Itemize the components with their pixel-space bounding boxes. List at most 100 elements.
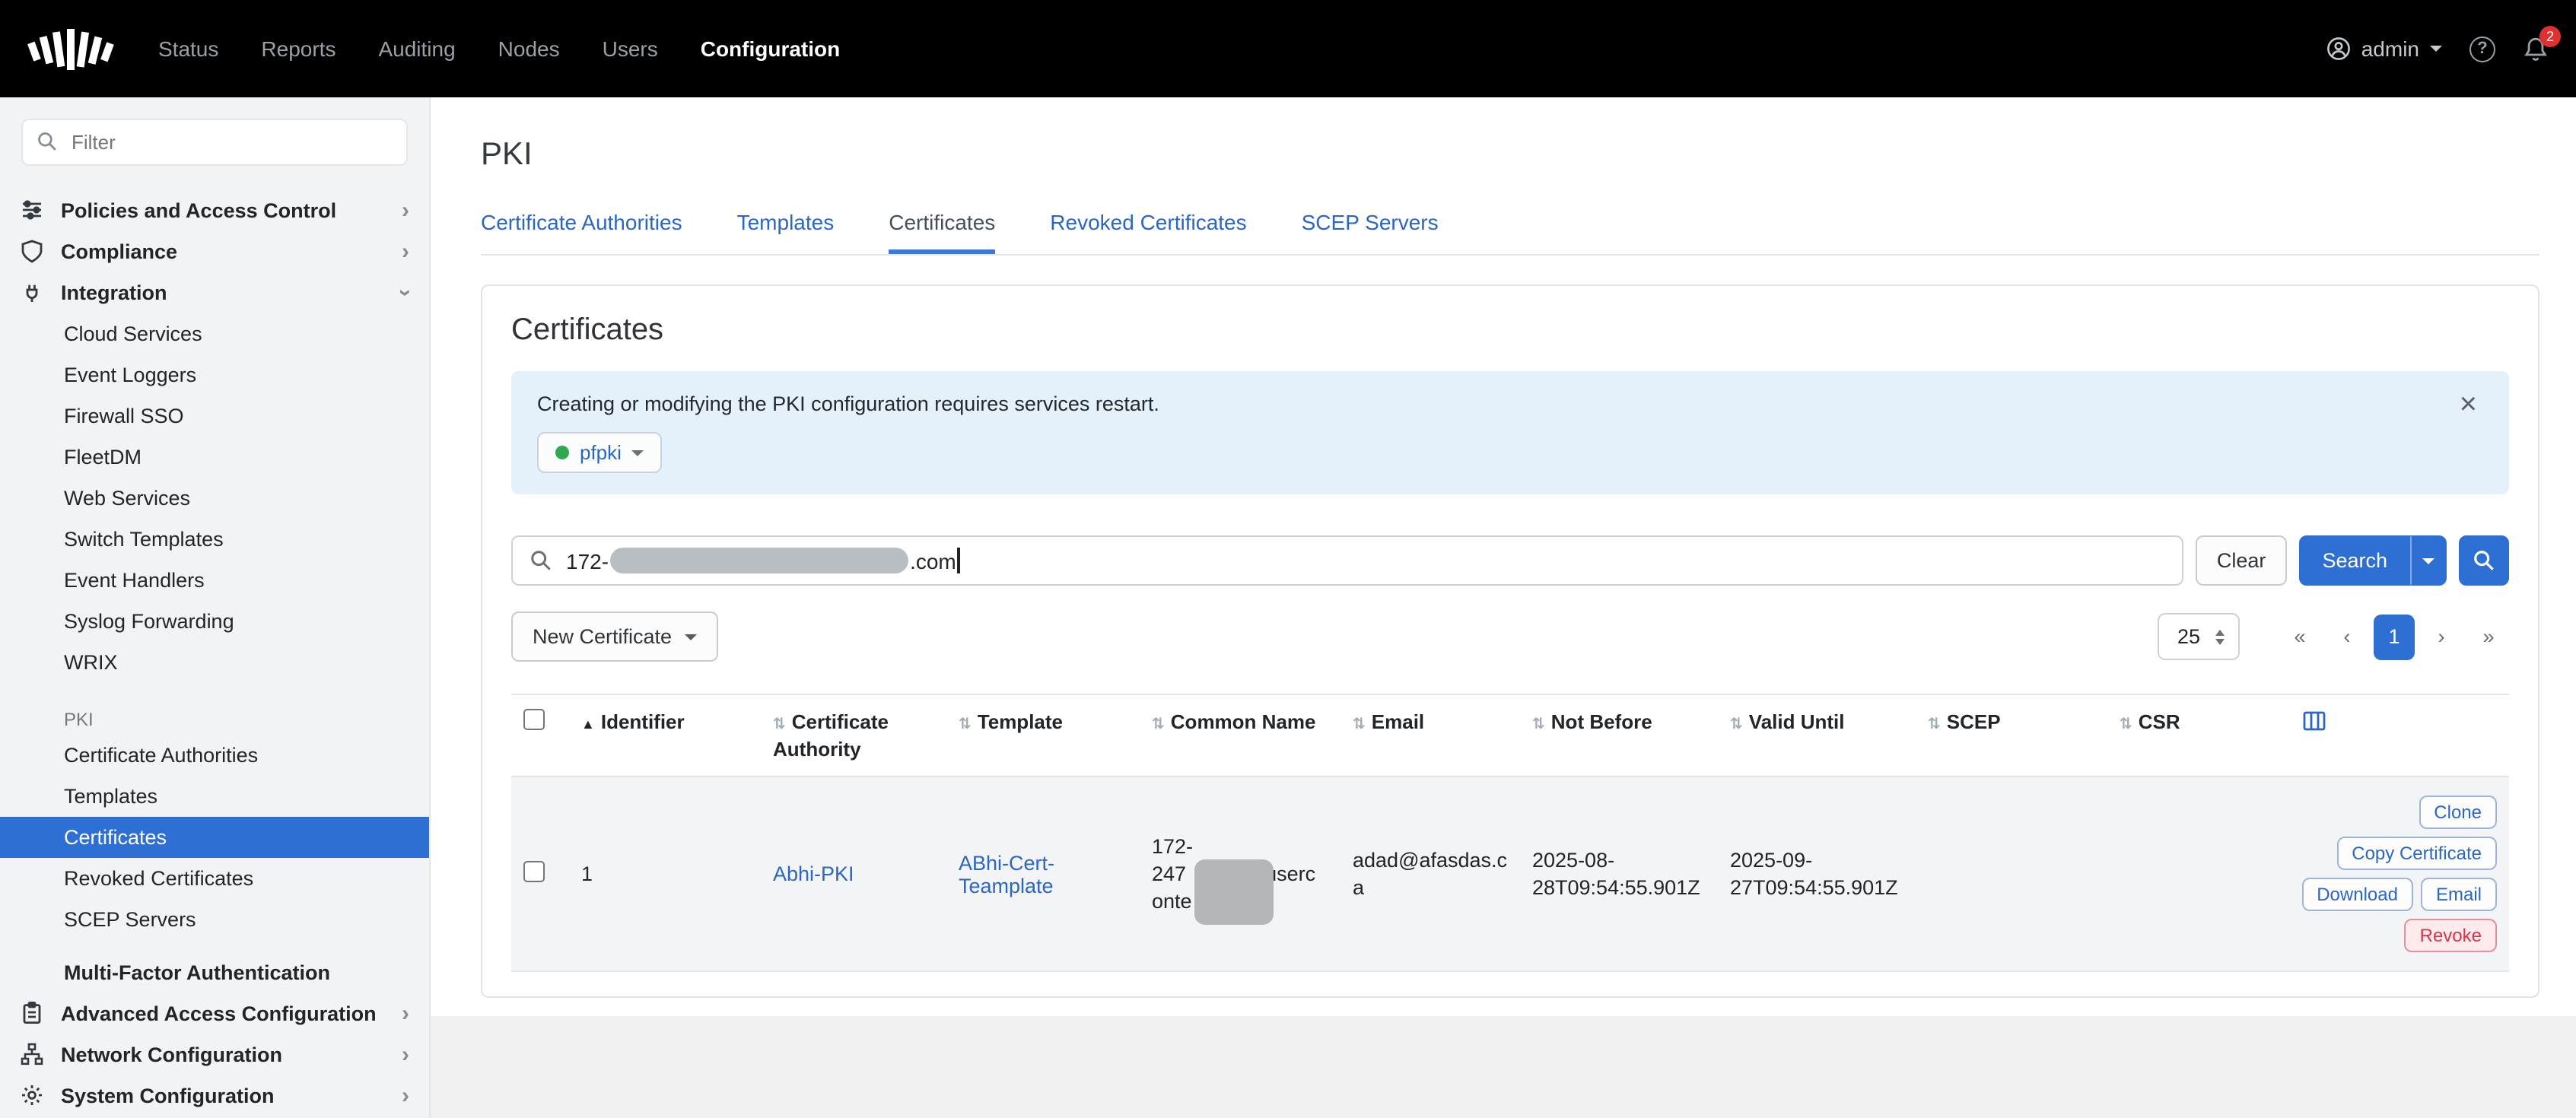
sidebar-item-certificates[interactable]: Certificates: [0, 817, 429, 858]
search-dropdown-toggle[interactable]: [2410, 535, 2447, 586]
chevron-down-icon: [2422, 557, 2434, 564]
tab-templates[interactable]: Templates: [737, 210, 835, 254]
search-input[interactable]: 172- .com: [511, 535, 2183, 586]
notifications-badge: 2: [2539, 25, 2561, 46]
sidebar-item-wrix[interactable]: WRIX: [0, 642, 429, 683]
search-button[interactable]: Search: [2299, 535, 2410, 586]
search-icon: [2473, 549, 2495, 572]
sidebar: Policies and Access Control › Compliance…: [0, 97, 431, 1118]
sidebar-item-label: Compliance: [61, 240, 177, 263]
advanced-search-button[interactable]: [2459, 535, 2509, 586]
sidebar-item-event-handlers[interactable]: Event Handlers: [0, 560, 429, 601]
sidebar-item-multi-factor-authentication[interactable]: Multi-Factor Authentication: [0, 952, 429, 993]
cell-email: adad@afasdas.ca: [1353, 846, 1508, 901]
text-cursor: [958, 548, 960, 573]
gear-icon: [20, 1083, 46, 1109]
sidebar-item-switch-templates[interactable]: Switch Templates: [0, 519, 429, 560]
clone-button[interactable]: Clone: [2419, 796, 2497, 829]
clear-button[interactable]: Clear: [2196, 535, 2288, 586]
header-csr[interactable]: ⇅CSR: [2107, 694, 2290, 777]
sidebar-item-event-loggers[interactable]: Event Loggers: [0, 354, 429, 395]
search-value-prefix: 172-: [566, 548, 609, 573]
header-template[interactable]: ⇅Template: [946, 694, 1140, 777]
sidebar-item-network-configuration[interactable]: Network Configuration ›: [0, 1034, 429, 1075]
certificate-authority-link[interactable]: Abhi-PKI: [773, 862, 854, 885]
tab-revoked-certificates[interactable]: Revoked Certificates: [1050, 210, 1246, 254]
header-not-before[interactable]: ⇅Not Before: [1520, 694, 1718, 777]
sort-icon: ⇅: [1730, 716, 1743, 733]
header-certificate-authority[interactable]: ⇅Certificate Authority: [761, 694, 946, 777]
chevron-right-icon: ›: [402, 1085, 409, 1107]
clipboard-icon: [20, 1001, 46, 1027]
sidebar-item-templates[interactable]: Templates: [0, 776, 429, 817]
tab-scep-servers[interactable]: SCEP Servers: [1302, 210, 1439, 254]
sidebar-item-cloud-services[interactable]: Cloud Services: [0, 313, 429, 354]
nav-status[interactable]: Status: [158, 37, 218, 61]
nav-reports[interactable]: Reports: [261, 37, 336, 61]
new-certificate-button[interactable]: New Certificate: [511, 611, 717, 662]
redacted-text: [1194, 859, 1274, 924]
download-button[interactable]: Download: [2301, 878, 2413, 911]
chevron-right-icon: ›: [402, 199, 409, 222]
packetfence-logo[interactable]: [27, 20, 122, 78]
sidebar-item-syslog-forwarding[interactable]: Syslog Forwarding: [0, 601, 429, 642]
chevron-right-icon: ›: [402, 1002, 409, 1025]
sidebar-item-firewall-sso[interactable]: Firewall SSO: [0, 395, 429, 437]
stepper-arrows-icon: [2215, 629, 2225, 644]
nav-nodes[interactable]: Nodes: [498, 37, 560, 61]
pagination-last-button[interactable]: »: [2468, 614, 2509, 659]
person-circle-icon: [2326, 37, 2351, 61]
per-page-select[interactable]: 25: [2158, 613, 2240, 660]
search-icon: [530, 549, 552, 572]
chevron-right-icon: ›: [402, 1043, 409, 1066]
header-email[interactable]: ⇅Email: [1340, 694, 1520, 777]
sidebar-item-system-configuration[interactable]: System Configuration ›: [0, 1075, 429, 1116]
sidebar-item-integration[interactable]: Integration ›: [0, 272, 429, 313]
sidebar-item-advanced-access-configuration[interactable]: Advanced Access Configuration ›: [0, 993, 429, 1034]
sidebar-item-compliance[interactable]: Compliance ›: [0, 231, 429, 272]
tab-certificates[interactable]: Certificates: [889, 210, 995, 254]
pagination-page-1-button[interactable]: 1: [2374, 614, 2415, 659]
revoke-button[interactable]: Revoke: [2405, 919, 2497, 952]
nav-configuration[interactable]: Configuration: [701, 37, 841, 61]
cell-identifier: 1: [569, 777, 761, 971]
row-checkbox[interactable]: [523, 861, 545, 882]
sidebar-filter-input[interactable]: [21, 119, 408, 166]
header-identifier[interactable]: ▲Identifier: [569, 694, 761, 777]
header-common-name[interactable]: ⇅Common Name: [1140, 694, 1340, 777]
sidebar-item-policies-and-access-control[interactable]: Policies and Access Control ›: [0, 190, 429, 231]
main-content: PKI Certificate Authorities Templates Ce…: [431, 97, 2576, 1118]
sort-icon: ⇅: [959, 716, 972, 733]
header-valid-until[interactable]: ⇅Valid Until: [1718, 694, 1916, 777]
copy-certificate-button[interactable]: Copy Certificate: [2336, 837, 2497, 870]
pagination-first-button[interactable]: «: [2279, 614, 2320, 659]
sidebar-item-web-services[interactable]: Web Services: [0, 478, 429, 519]
sidebar-item-label: Policies and Access Control: [61, 199, 336, 222]
sidebar-item-revoked-certificates[interactable]: Revoked Certificates: [0, 858, 429, 899]
alert-close-icon[interactable]: ×: [2450, 388, 2486, 421]
pagination-next-button[interactable]: ›: [2421, 614, 2462, 659]
pfpki-service-dropdown[interactable]: pfpki: [537, 432, 663, 473]
pagination-prev-button[interactable]: ‹: [2326, 614, 2368, 659]
sidebar-item-certificate-authorities[interactable]: Certificate Authorities: [0, 735, 429, 776]
page-title: PKI: [481, 137, 2539, 173]
table-toolbar: New Certificate 25 «: [511, 611, 2509, 662]
column-settings-icon[interactable]: [2302, 709, 2326, 733]
shield-icon: [20, 239, 46, 265]
sliders-icon: [20, 198, 46, 224]
user-menu[interactable]: admin: [2326, 37, 2442, 61]
nav-auditing[interactable]: Auditing: [378, 37, 455, 61]
nav-users[interactable]: Users: [603, 37, 658, 61]
header-scep[interactable]: ⇅SCEP: [1916, 694, 2107, 777]
template-link[interactable]: ABhi-Cert-Teamplate: [959, 851, 1054, 897]
help-icon[interactable]: ?: [2469, 36, 2495, 62]
search-icon: [37, 131, 58, 152]
tab-certificate-authorities[interactable]: Certificate Authorities: [481, 210, 682, 254]
certificates-table: ▲Identifier ⇅Certificate Authority ⇅Temp…: [511, 694, 2509, 972]
select-all-checkbox[interactable]: [523, 709, 545, 730]
notifications-bell-icon[interactable]: 2: [2523, 36, 2549, 62]
email-button[interactable]: Email: [2421, 878, 2497, 911]
sidebar-item-scep-servers[interactable]: SCEP Servers: [0, 899, 429, 940]
sidebar-item-fleetdm[interactable]: FleetDM: [0, 437, 429, 478]
user-label: admin: [2361, 37, 2419, 61]
